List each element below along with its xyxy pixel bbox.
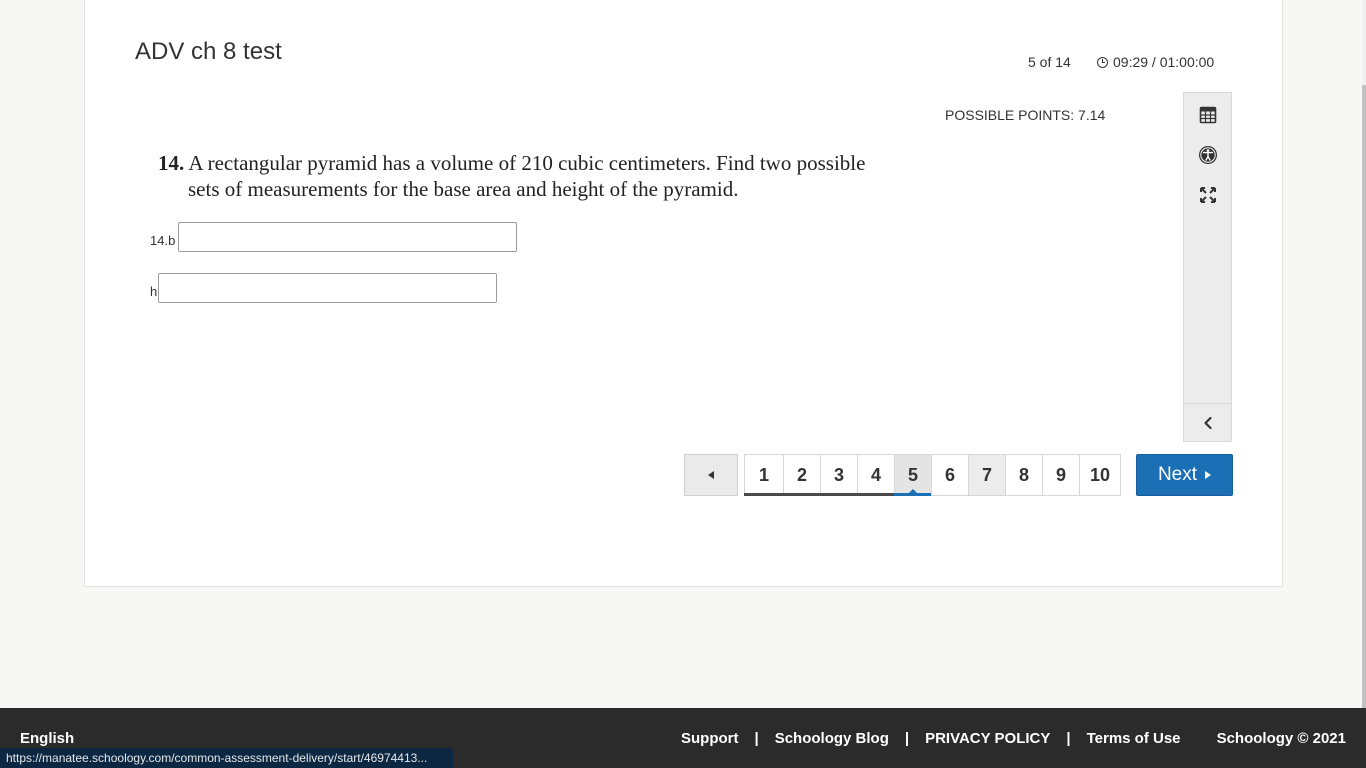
clock-icon xyxy=(1097,56,1108,68)
footer-separator: | xyxy=(1066,730,1071,747)
timer-text: 09:29 / 01:00:00 xyxy=(1113,54,1215,70)
footer-links: Support | Schoology Blog | PRIVACY POLIC… xyxy=(681,730,1181,747)
collapse-toolbar-button[interactable] xyxy=(1184,405,1231,441)
page-5-button[interactable]: 5 xyxy=(894,454,932,496)
page-3-button[interactable]: 3 xyxy=(820,454,858,496)
accessibility-icon xyxy=(1198,146,1217,164)
base-area-input[interactable] xyxy=(178,222,517,252)
scrollbar-thumb[interactable] xyxy=(1362,85,1366,708)
question-text-1: A rectangular pyramid has a volume of 21… xyxy=(188,151,866,175)
height-input[interactable] xyxy=(158,273,497,303)
page-scrollbar[interactable] xyxy=(1362,0,1366,708)
timer: 09:29 / 01:00:00 xyxy=(1097,54,1214,70)
browser-status-url: https://manatee.schoology.com/common-ass… xyxy=(0,748,453,768)
copyright: Schoology © 2021 xyxy=(1216,730,1346,747)
page-6-button[interactable]: 6 xyxy=(931,454,969,496)
question-prompt: 14. A rectangular pyramid has a volume o… xyxy=(158,150,918,202)
toolbar-divider xyxy=(1184,403,1231,404)
question-pagination: 1 2 3 4 5 6 7 8 9 10 xyxy=(744,454,1121,496)
page-8-button[interactable]: 8 xyxy=(1005,454,1043,496)
footer-separator: | xyxy=(904,730,910,747)
next-arrow-icon xyxy=(1205,471,1212,479)
page-4-button[interactable]: 4 xyxy=(857,454,895,496)
privacy-policy-link[interactable]: PRIVACY POLICY xyxy=(925,730,1050,747)
page-1-button[interactable]: 1 xyxy=(744,454,784,496)
previous-button[interactable] xyxy=(684,454,738,496)
page-2-button[interactable]: 2 xyxy=(783,454,821,496)
question-number: 14. xyxy=(158,151,185,175)
footer-separator: | xyxy=(754,730,759,747)
next-label: Next xyxy=(1157,464,1198,485)
height-label: h xyxy=(150,284,158,299)
support-link[interactable]: Support xyxy=(681,730,739,747)
page-10-button[interactable]: 10 xyxy=(1079,454,1121,496)
schoology-blog-link[interactable]: Schoology Blog xyxy=(775,730,889,747)
test-title: ADV ch 8 test xyxy=(135,38,282,65)
question-progress: 5 of 14 xyxy=(1028,54,1071,70)
previous-arrow-icon xyxy=(708,471,714,479)
tools-sidebar xyxy=(1183,92,1232,442)
page-7-button[interactable]: 7 xyxy=(968,454,1006,496)
possible-points: POSSIBLE POINTS: 7.14 xyxy=(945,107,1106,123)
question-line-1: 14. A rectangular pyramid has a volume o… xyxy=(158,150,918,176)
fullscreen-button[interactable] xyxy=(1184,177,1231,213)
assessment-card: ADV ch 8 test 5 of 14 09:29 / 01:00:00 P… xyxy=(84,0,1283,587)
next-button[interactable]: Next xyxy=(1136,454,1233,496)
terms-of-use-link[interactable]: Terms of Use xyxy=(1087,730,1181,747)
calculator-button[interactable] xyxy=(1184,97,1231,133)
collapse-chevron-icon xyxy=(1203,416,1212,430)
fullscreen-icon xyxy=(1199,187,1216,203)
page-9-button[interactable]: 9 xyxy=(1042,454,1080,496)
base-area-label: 14.b xyxy=(150,233,176,248)
accessibility-button[interactable] xyxy=(1184,137,1231,173)
question-text-2: sets of measurements for the base area a… xyxy=(188,177,739,201)
calculator-icon xyxy=(1199,106,1216,124)
language-selector[interactable]: English xyxy=(20,730,74,747)
